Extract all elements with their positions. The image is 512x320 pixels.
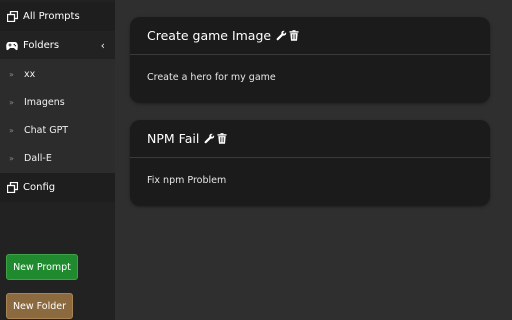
trash-icon[interactable] [289,30,299,41]
copy-icon [6,11,18,23]
folder-item-imagens[interactable]: » Imagens [0,88,115,116]
folder-item-xx[interactable]: » xx [0,60,115,88]
prompt-card-header: NPM Fail [130,120,490,158]
folder-item-label: Dall-E [24,152,52,164]
sidebar: All Prompts Folders ‹ » xx » Imagens » C… [0,0,115,320]
nav-folders-label: Folders [23,40,60,51]
prompt-list: Create game Image Create a hero for my g… [115,0,512,320]
new-folder-button[interactable]: New Folder [6,293,73,319]
folder-list: » xx » Imagens » Chat GPT » Dall-E [0,59,115,173]
prompt-title: NPM Fail [147,131,200,146]
wrench-icon[interactable] [276,30,287,41]
folder-item-label: xx [24,68,36,80]
folder-item-chat-gpt[interactable]: » Chat GPT [0,116,115,144]
nav-folders[interactable]: Folders ‹ [0,31,115,60]
nav-config-label: Config [23,182,56,193]
wrench-icon[interactable] [204,133,215,144]
double-chevron-right-icon: » [9,125,14,135]
nav-all-prompts-label: All Prompts [23,11,80,22]
nav-all-prompts[interactable]: All Prompts [0,2,115,31]
nav-config[interactable]: Config [0,173,115,202]
double-chevron-right-icon: » [9,97,14,107]
gamepad-icon [6,40,18,52]
prompt-card: NPM Fail Fix npm Problem [130,120,490,206]
prompt-body: Fix npm Problem [147,175,227,186]
trash-icon[interactable] [217,133,227,144]
new-prompt-button[interactable]: New Prompt [6,254,78,280]
folder-item-dall-e[interactable]: » Dall-E [0,144,115,172]
copy-icon [6,182,18,194]
prompt-body: Create a hero for my game [147,72,276,83]
prompt-card: Create game Image Create a hero for my g… [130,17,490,103]
prompt-card-header: Create game Image [130,17,490,55]
prompt-title: Create game Image [147,28,272,43]
folder-item-label: Imagens [24,96,65,108]
folder-item-label: Chat GPT [24,124,69,136]
chevron-left-icon[interactable]: ‹ [101,39,105,52]
double-chevron-right-icon: » [9,69,14,79]
double-chevron-right-icon: » [9,153,14,163]
